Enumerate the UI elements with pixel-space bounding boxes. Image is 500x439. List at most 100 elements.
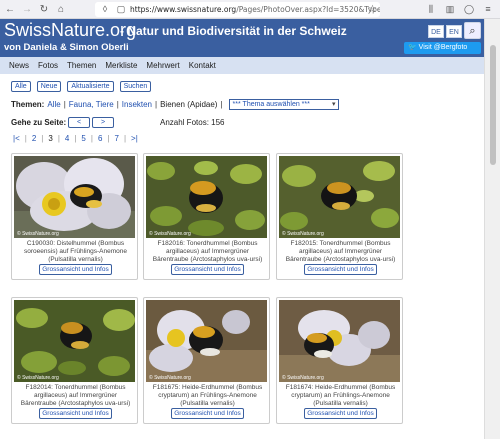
nav-kontakt[interactable]: Kontakt <box>189 61 216 70</box>
lock-icon[interactable]: ▢ <box>116 4 126 14</box>
home-icon[interactable]: ⌂ <box>54 2 68 16</box>
watermark: © SwissNature.org <box>282 374 324 381</box>
separator: | <box>116 100 119 109</box>
main-nav: News Fotos Themen Merkliste Mehrwert Kon… <box>0 57 484 74</box>
page-5[interactable]: 5 <box>81 134 85 143</box>
count-value: 156 <box>211 118 225 127</box>
photo-caption: F182016: Tonerdhummel (Bombus argillaceu… <box>152 240 263 263</box>
page-3: 3 <box>48 134 53 143</box>
details-button[interactable]: Grossansicht und Infos <box>171 264 244 275</box>
photo-caption: F181674: Heide-Erdhummel (Bombus cryptar… <box>285 384 396 407</box>
photo-caption: F181675: Heide-Erdhummel (Bombus cryptar… <box>152 384 263 407</box>
watermark: © SwissNature.org <box>149 374 191 381</box>
page-first[interactable]: |< <box>13 134 20 143</box>
photo-thumbnail[interactable]: © SwissNature.org <box>14 156 135 238</box>
visit-twitter-button[interactable]: 🐦 Visit @Bergfoto <box>404 42 481 54</box>
details-button[interactable]: Grossansicht und Infos <box>171 408 244 419</box>
themes-breadcrumb: Themen: Alle | Fauna, Tiere | Insekten |… <box>11 99 339 110</box>
page-6[interactable]: 6 <box>98 134 102 143</box>
back-icon[interactable]: ← <box>3 2 17 16</box>
page-last[interactable]: >| <box>131 134 138 143</box>
separator: | <box>57 134 60 143</box>
nav-mehrwert[interactable]: Mehrwert <box>146 61 179 70</box>
watermark: © SwissNature.org <box>17 374 59 381</box>
photo-anemone-bumblebee: © SwissNature.org <box>279 300 400 382</box>
photo-caption: F182014: Tonerdhummel (Bombus argillaceu… <box>20 384 131 407</box>
separator: | <box>107 134 110 143</box>
filter-buttons: Alle Neue Aktualisierte Suchen <box>11 81 152 92</box>
separator: | <box>155 100 158 109</box>
details-button[interactable]: Grossansicht und Infos <box>39 264 112 275</box>
photo-thumbnail[interactable]: © SwissNature.org <box>14 300 135 382</box>
updated-button[interactable]: Aktualisierte <box>67 81 114 92</box>
lang-de-button[interactable]: DE <box>428 25 444 38</box>
photo-card: © SwissNature.org C190030: Distelhummel … <box>11 153 138 280</box>
next-page-button[interactable]: > <box>92 117 114 128</box>
forward-icon[interactable]: → <box>20 2 34 16</box>
nav-themen[interactable]: Themen <box>67 61 96 70</box>
site-header: SwissNature.org - Natur und Biodiversitä… <box>0 19 484 57</box>
details-button[interactable]: Grossansicht und Infos <box>304 408 377 419</box>
details-button[interactable]: Grossansicht und Infos <box>39 408 112 419</box>
photo-anemone-bumblebee: © SwissNature.org <box>14 156 135 238</box>
photo-card: © SwissNature.org F182016: Tonerdhummel … <box>143 153 270 280</box>
library-icon[interactable]: ⫼ <box>425 3 437 15</box>
details-button[interactable]: Grossansicht und Infos <box>304 264 377 275</box>
lang-en-button[interactable]: EN <box>446 25 462 38</box>
url-path: /Pages/PhotoOver.aspx?Id=3520&Type=M <box>236 5 380 14</box>
nav-news[interactable]: News <box>9 61 29 70</box>
photo-thumbnail[interactable]: © SwissNature.org <box>146 300 267 382</box>
account-icon[interactable]: ◯ <box>463 3 475 15</box>
address-bar[interactable]: https://www.swissnature.org/Pages/PhotoO… <box>95 2 380 17</box>
url-icons: ◊ ▢ <box>100 4 126 14</box>
nav-fotos[interactable]: Fotos <box>38 61 58 70</box>
page-2[interactable]: 2 <box>32 134 36 143</box>
new-button[interactable]: Neue <box>36 81 62 92</box>
search-button[interactable]: Suchen <box>119 81 152 92</box>
watermark: © SwissNature.org <box>17 230 59 237</box>
watermark: © SwissNature.org <box>149 230 191 237</box>
photo-thumbnail[interactable]: © SwissNature.org <box>279 156 400 238</box>
page-4[interactable]: 4 <box>65 134 69 143</box>
photo-caption: F182015: Tonerdhummel (Bombus argillaceu… <box>285 240 396 263</box>
photo-bearberry-bumblebee: © SwissNature.org <box>14 300 135 382</box>
vertical-scrollbar[interactable] <box>484 19 500 439</box>
site-tagline: - Natur und Biodiversität in der Schweiz <box>120 24 347 38</box>
nav-merkliste[interactable]: Merkliste <box>105 61 137 70</box>
theme-select[interactable]: *** Thema auswählen *** <box>228 99 339 110</box>
browser-toolbar: ← → ↻ ⌂ https://www.swissnature.org/Page… <box>0 0 500 19</box>
photo-card: © SwissNature.org F182014: Tonerdhummel … <box>11 297 138 424</box>
photo-card: © SwissNature.org F181675: Heide-Erdhumm… <box>143 297 270 424</box>
separator: | <box>41 134 44 143</box>
site-logo[interactable]: SwissNature.org <box>4 20 136 41</box>
photo-card: © SwissNature.org F181674: Heide-Erdhumm… <box>276 297 403 424</box>
theme-fauna-link[interactable]: Fauna, Tiere <box>69 100 114 109</box>
scrollbar-thumb[interactable] <box>490 45 496 165</box>
theme-all-link[interactable]: Alle <box>47 100 60 109</box>
all-button[interactable]: Alle <box>11 81 31 92</box>
separator: | <box>24 134 27 143</box>
goto-label: Gehe zu Seite: <box>11 118 67 127</box>
photo-bearberry-bumblebee: © SwissNature.org <box>279 156 400 238</box>
bookmark-star-icon[interactable]: ☆ <box>368 4 377 15</box>
themes-label: Themen: <box>11 100 45 109</box>
theme-insects-link[interactable]: Insekten <box>122 100 152 109</box>
visit-label: Visit @Bergfoto <box>418 44 468 51</box>
photo-anemone-bumblebee: © SwissNature.org <box>146 300 267 382</box>
menu-icon[interactable]: ≡ <box>482 3 494 15</box>
separator: | <box>220 100 223 109</box>
reload-icon[interactable]: ↻ <box>37 2 51 16</box>
search-icon[interactable]: ⌕ <box>464 22 481 39</box>
photo-thumbnail[interactable]: © SwissNature.org <box>279 300 400 382</box>
photo-thumbnail[interactable]: © SwissNature.org <box>146 156 267 238</box>
shield-icon[interactable]: ◊ <box>100 4 110 14</box>
separator: | <box>63 100 66 109</box>
count-label: Anzahl Fotos: <box>160 118 209 127</box>
sidebar-icon[interactable]: ▥ <box>444 3 456 15</box>
theme-current: Bienen (Apidae) <box>160 100 218 109</box>
page-7[interactable]: 7 <box>114 134 118 143</box>
toolbar-icons: ⫼ ▥ ◯ ≡ <box>425 3 494 15</box>
photo-caption: C190030: Distelhummel (Bombus soroeensis… <box>24 240 127 263</box>
prev-page-button[interactable]: < <box>68 117 90 128</box>
site-byline: von Daniela & Simon Oberli <box>4 42 129 53</box>
